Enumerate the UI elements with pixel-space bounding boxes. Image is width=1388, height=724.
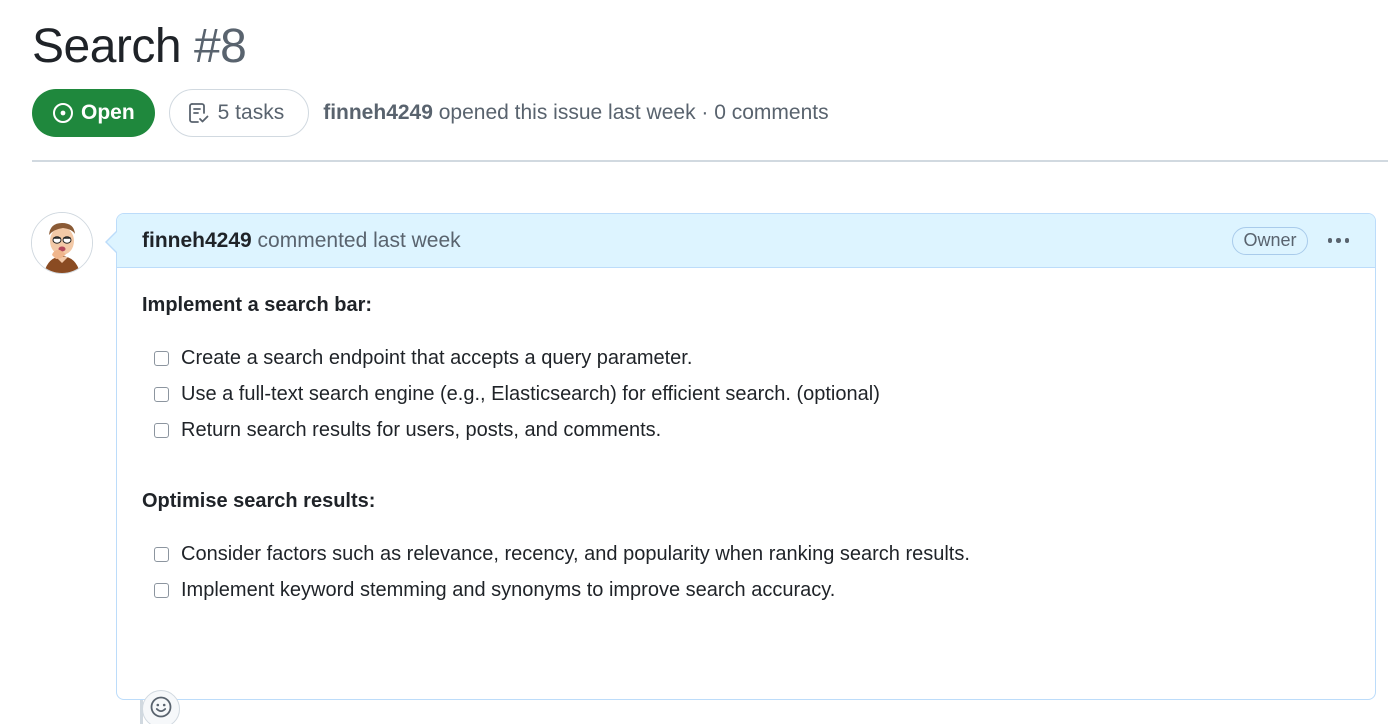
comment-header-actions: Owner <box>1232 226 1352 255</box>
task-checkbox[interactable] <box>154 350 169 366</box>
issue-meta: Open 5 tasks finneh4249 opened this issu… <box>32 88 829 138</box>
avatar[interactable] <box>31 212 93 274</box>
kebab-dot <box>1336 238 1341 243</box>
issue-title: Search #8 <box>32 18 247 76</box>
task-label: Return search results for users, posts, … <box>181 418 662 441</box>
comment-card: finneh4249 commented last week Owner Imp… <box>105 213 1376 724</box>
comment-timestamp[interactable]: commented last week <box>252 229 461 252</box>
task-list: Create a search endpoint that accepts a … <box>142 340 1350 448</box>
task-label: Implement keyword stemming and synonyms … <box>181 578 836 601</box>
issue-opened-text: opened this issue last week · 0 comments <box>432 101 829 124</box>
timeline-line <box>140 700 143 724</box>
kebab-dot <box>1327 238 1332 243</box>
section-heading: Optimise search results: <box>142 490 376 512</box>
comment-arrow-fill <box>107 231 117 252</box>
task-label: Create a search endpoint that accepts a … <box>181 346 693 369</box>
add-reaction-button[interactable] <box>142 690 180 724</box>
task-checkbox[interactable] <box>154 546 169 562</box>
comment-author-link[interactable]: finneh4249 <box>142 229 252 252</box>
checklist-icon <box>188 101 210 125</box>
task-label: Consider factors such as relevance, rece… <box>181 542 970 565</box>
issue-title-text: Search <box>32 20 182 73</box>
owner-badge: Owner <box>1232 226 1308 255</box>
issue-author-link[interactable]: finneh4249 <box>323 101 433 124</box>
task-item: Consider factors such as relevance, rece… <box>142 536 1350 572</box>
task-item: Use a full-text search engine (e.g., Ela… <box>142 376 1350 412</box>
task-checkbox[interactable] <box>154 582 169 598</box>
task-item: Create a search endpoint that accepts a … <box>142 340 1350 376</box>
issue-state-label: Open <box>81 101 135 124</box>
task-item: Return search results for users, posts, … <box>142 412 1350 448</box>
comment-header-text: finneh4249 commented last week <box>142 229 461 253</box>
section-heading: Implement a search bar: <box>142 294 373 316</box>
task-label: Use a full-text search engine (e.g., Ela… <box>181 382 880 405</box>
header-divider <box>32 160 1388 162</box>
kebab-horizontal-icon[interactable] <box>1326 234 1352 247</box>
tasks-button[interactable]: 5 tasks <box>168 89 310 137</box>
task-checkbox[interactable] <box>154 386 169 402</box>
avatar-illustration-icon <box>32 213 92 273</box>
issue-number: #8 <box>193 20 247 73</box>
issue-page: Search #8 Open 5 tasks finneh4249 opened… <box>0 0 1388 724</box>
kebab-dot <box>1344 238 1349 243</box>
issue-meta-text: finneh4249 opened this issue last week ·… <box>323 101 828 125</box>
comment-body: Implement a search bar: Create a search … <box>117 268 1375 724</box>
task-checkbox[interactable] <box>154 422 169 438</box>
smiley-icon <box>149 695 173 724</box>
task-list: Consider factors such as relevance, rece… <box>142 536 1350 608</box>
task-item: Implement keyword stemming and synonyms … <box>142 572 1350 608</box>
issue-state-badge: Open <box>32 89 155 137</box>
comment-header: finneh4249 commented last week Owner <box>117 214 1375 268</box>
issue-opened-icon <box>52 102 74 124</box>
tasks-label: 5 tasks <box>217 101 285 124</box>
